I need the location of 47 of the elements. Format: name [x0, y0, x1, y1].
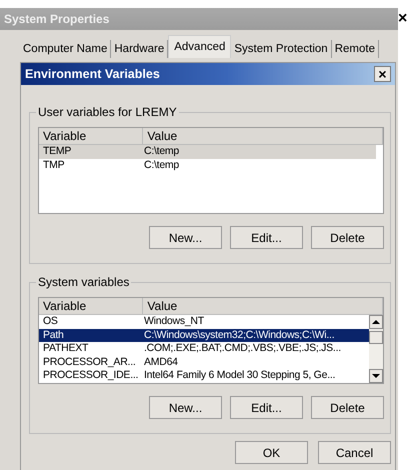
dialog-button[interactable]: Edit...	[230, 226, 303, 249]
dialog-button[interactable]: Delete	[311, 396, 384, 419]
variable-name: OS	[43, 315, 59, 328]
dialog-title: Environment Variables	[25, 67, 160, 81]
selected-row[interactable]: Path C:\Windows\system32;C:\Windows;C:\Wi...	[39, 328, 369, 342]
scroll-down-icon[interactable]	[369, 369, 383, 383]
dialog-button[interactable]: Cancel	[318, 441, 391, 464]
dialog-button[interactable]: OK	[235, 441, 308, 464]
list-row[interactable]: OS Windows_NT	[39, 315, 369, 328]
variable-value: Intel64 Family 6 Model 30 Stepping 5, Ge...	[144, 369, 336, 382]
dialog-button[interactable]: New...	[149, 396, 222, 419]
variable-name: TEMP	[43, 145, 72, 158]
tab[interactable]: Computer Name	[20, 40, 112, 58]
tab[interactable]: Advanced	[168, 35, 232, 58]
variable-value: C:\temp	[144, 158, 180, 172]
close-button[interactable]: ×	[374, 66, 391, 82]
variable-value: C:\Windows\system32;C:\Windows;C:\Wi...	[144, 328, 334, 342]
selected-row[interactable]: TEMP C:\temp	[39, 145, 376, 158]
dialog-button[interactable]: New...	[149, 226, 222, 249]
scroll-up-icon[interactable]	[369, 315, 383, 329]
variable-name: PROCESSOR_AR...	[43, 356, 137, 369]
list-row[interactable]: PROCESSOR_IDE... Intel64 Family 6 Model 30 Stepping 5, Ge...	[39, 369, 369, 382]
dialog-button[interactable]: Delete	[311, 226, 384, 249]
group-title: System variables	[36, 275, 132, 289]
variable-name: TMP	[43, 158, 66, 172]
variable-value: AMD64	[144, 356, 178, 369]
tab[interactable]: Remote	[332, 40, 379, 58]
variable-value: C:\temp	[144, 145, 180, 158]
tab[interactable]: System Protection	[231, 40, 332, 58]
column-header[interactable]: Value	[143, 128, 383, 144]
column-header[interactable]: Variable	[39, 298, 144, 314]
close-icon[interactable]: ×	[398, 10, 408, 28]
scrollbar[interactable]	[369, 315, 383, 383]
column-header[interactable]: Value	[143, 298, 383, 314]
list-row[interactable]: PATHEXT .COM;.EXE;.BAT;.CMD;.VBS;.VBE;.JS;.JS...	[39, 342, 369, 356]
column-header[interactable]: Variable	[39, 128, 144, 144]
variable-name: PATHEXT	[43, 342, 90, 356]
variable-value: .COM;.EXE;.BAT;.CMD;.VBS;.VBE;.JS;.JS...	[144, 342, 341, 356]
variable-name: Path	[43, 328, 65, 342]
variable-name: PROCESSOR_IDE...	[43, 369, 140, 382]
window-title: System Properties	[4, 12, 110, 26]
group-title: User variables for LREMY	[36, 105, 179, 119]
list-row[interactable]: TMP C:\temp	[39, 158, 383, 172]
list-row[interactable]: PROCESSOR_AR... AMD64	[39, 356, 369, 369]
variable-value: Windows_NT	[144, 315, 204, 328]
scroll-thumb[interactable]	[369, 331, 383, 344]
dialog-button[interactable]: Edit...	[230, 396, 303, 419]
